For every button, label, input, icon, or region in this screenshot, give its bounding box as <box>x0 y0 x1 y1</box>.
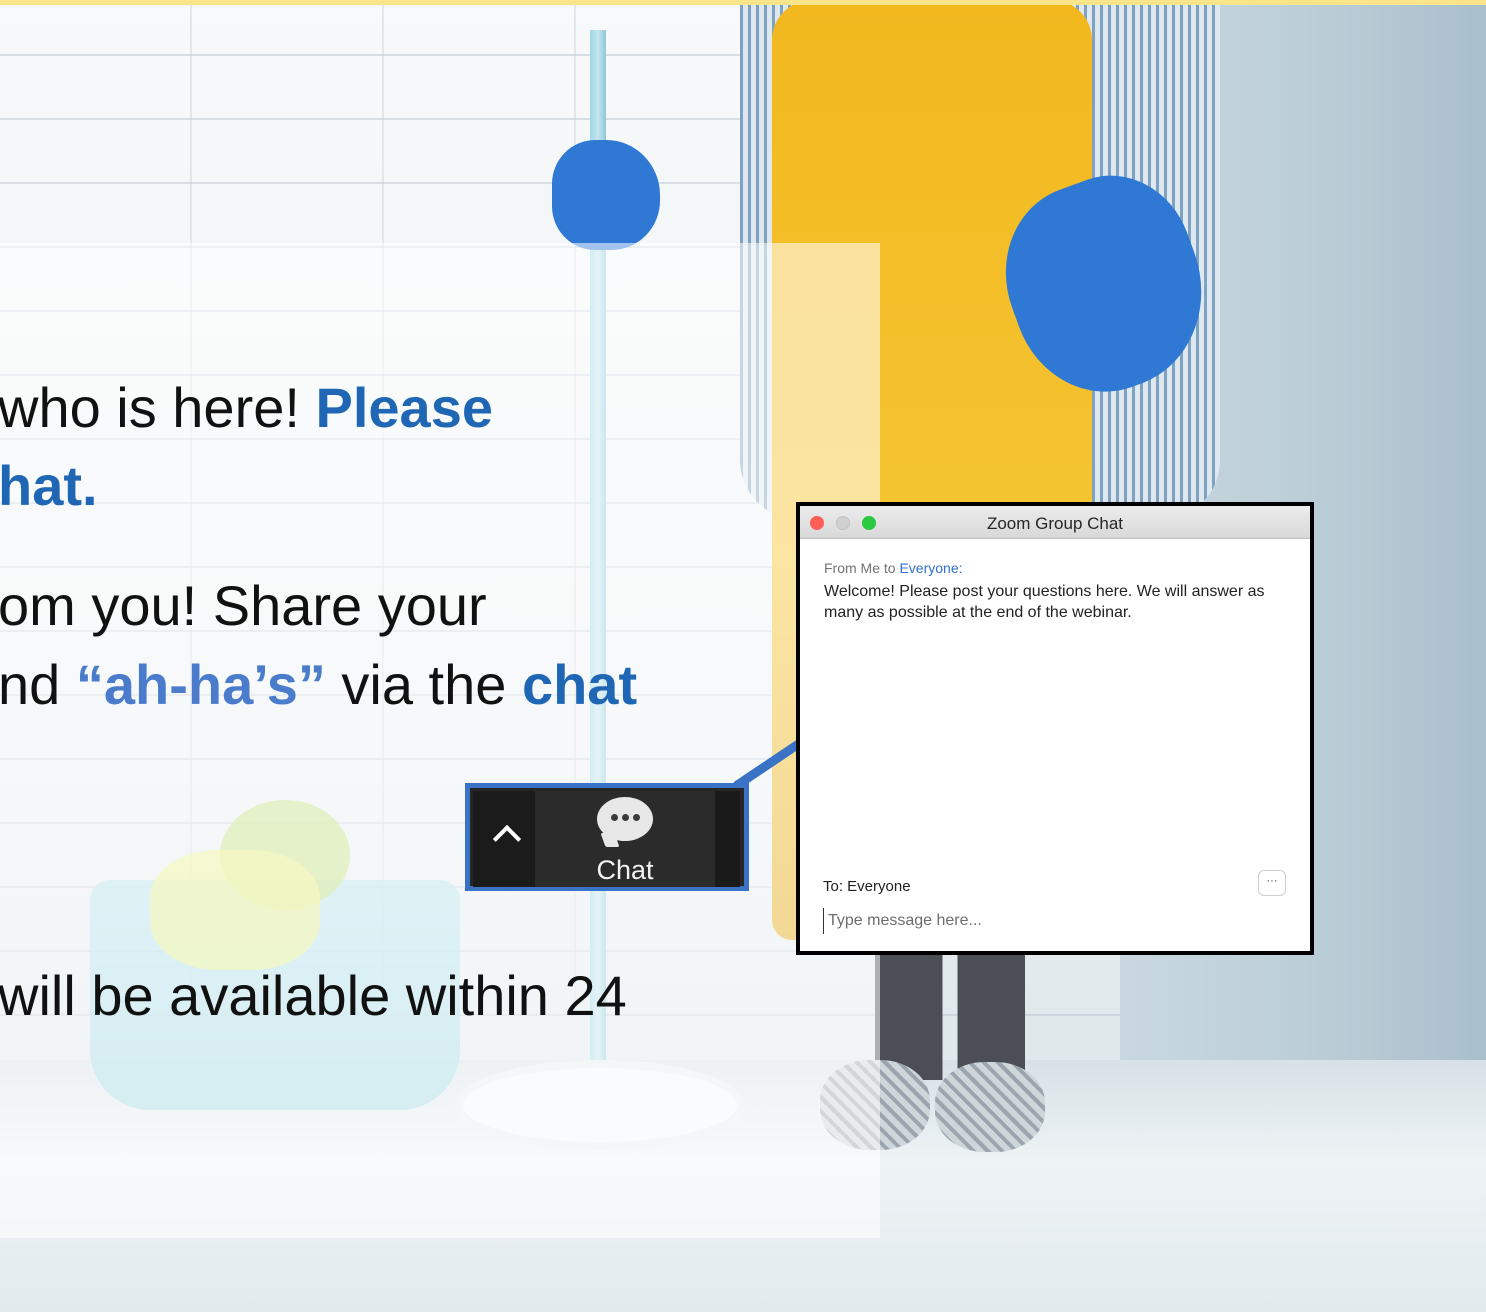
chat-bubble-icon <box>597 797 653 841</box>
ah-has-highlight: “ah-ha’s” <box>75 653 326 716</box>
chat-button-main[interactable]: Chat <box>535 791 715 887</box>
message-body: Welcome! Please post your questions here… <box>824 583 1265 621</box>
chat-options-toggle[interactable] <box>473 791 535 887</box>
text-line-5: will be available within 24 <box>0 964 627 1027</box>
top-accent-strip <box>0 0 1486 5</box>
text-line-3: om you! Share your <box>0 574 487 637</box>
legs <box>875 940 1025 1080</box>
chat-word-highlight: chat <box>521 653 638 716</box>
text-line-4: nd “ah-ha’s” via the chat <box>0 653 638 716</box>
left-glove <box>552 140 660 250</box>
message-input[interactable] <box>823 908 1278 934</box>
window-titlebar[interactable]: Zoom Group Chat <box>800 506 1310 539</box>
more-options-button[interactable]: ··· <box>1258 870 1286 896</box>
text-line-1: who is here! Please <box>0 376 493 439</box>
chat-button-label: Chat <box>596 855 654 885</box>
please-highlight: Please <box>315 376 494 439</box>
toolbar-divider <box>715 791 740 887</box>
zoom-group-chat-window: Zoom Group Chat From Me to Everyone: Wel… <box>796 502 1314 955</box>
chevron-up-icon <box>492 824 522 854</box>
chat-highlight: hat. <box>0 454 98 517</box>
right-slipper <box>935 1062 1045 1152</box>
window-title: Zoom Group Chat <box>986 514 1124 533</box>
message-recipient: Everyone: <box>899 560 963 576</box>
text-line-2: hat. <box>0 458 98 514</box>
message-sender-line: From Me to Everyone: <box>824 560 963 576</box>
recipient-selector[interactable]: To: Everyone <box>823 878 911 895</box>
chat-toolbar-button[interactable]: Chat <box>465 783 749 891</box>
